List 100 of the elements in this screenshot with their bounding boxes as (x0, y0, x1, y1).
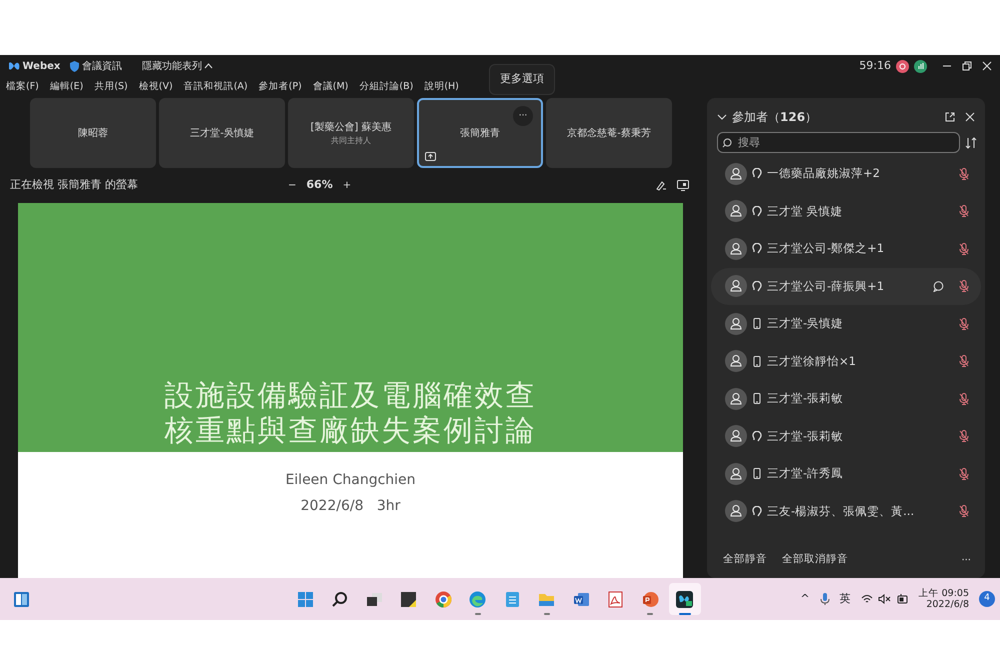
muted-microphone-icon[interactable] (959, 280, 969, 292)
participant-row[interactable]: 三才堂-吳慎婕 (711, 305, 981, 342)
participant-name: 三才堂-張莉敏 (767, 390, 844, 408)
close-icon[interactable] (982, 61, 992, 71)
headset-icon (752, 243, 762, 254)
avatar-icon (725, 388, 747, 410)
muted-microphone-icon[interactable] (959, 205, 969, 218)
menu-item[interactable]: 分組討論(B) (359, 80, 414, 95)
muted-microphone-icon[interactable] (959, 242, 969, 255)
input-language-button[interactable]: 英 (840, 590, 851, 608)
participant-name: 張簡雅青 (460, 126, 500, 140)
avatar-icon (725, 238, 747, 260)
zoom-level: 66% (306, 177, 333, 194)
search-icon (330, 590, 349, 608)
phone-icon (752, 356, 762, 367)
unmute-all-button[interactable]: 全部取消靜音 (782, 552, 848, 568)
menu-item[interactable]: 說明(H) (424, 80, 459, 95)
muted-microphone-icon[interactable] (959, 168, 969, 180)
chevron-up-icon (204, 63, 214, 69)
restore-icon[interactable] (962, 61, 972, 71)
signal-icon (914, 60, 927, 72)
participant-name: 陳昭蓉 (78, 126, 108, 140)
participant-row[interactable]: 三才堂 吳慎婕 (711, 192, 981, 230)
participant-row[interactable]: 一德藥品廠姚淑萍+2 (711, 155, 981, 192)
clock-date: 2022/6/8 (926, 599, 969, 610)
presentation-app-icon (640, 590, 660, 608)
microphone-icon[interactable] (820, 592, 830, 606)
menu-item[interactable]: 編輯(E) (50, 80, 84, 95)
screen-icon[interactable] (677, 180, 689, 191)
chevron-down-icon[interactable] (717, 114, 727, 120)
chrome-icon (434, 590, 452, 608)
more-options-button[interactable]: ··· (513, 106, 533, 126)
clock-button[interactable]: 上午 09:05 2022/6/8 (918, 588, 969, 610)
search-field[interactable]: 搜尋 (717, 132, 960, 153)
hide-menu-button[interactable]: 隱藏功能表列 (142, 58, 214, 74)
notification-badge[interactable]: 4 (979, 591, 995, 607)
presentation-date: 2022/6/8 3hr (300, 497, 400, 516)
record-icon (896, 60, 909, 72)
muted-microphone-icon[interactable] (959, 355, 969, 368)
start-icon (296, 590, 314, 608)
widgets-icon (12, 590, 30, 608)
webex-logo-icon (8, 61, 20, 71)
avatar-icon (725, 350, 747, 372)
video-tile[interactable]: 京都念慈菴-蔡秉芳 (546, 98, 672, 168)
more-button[interactable]: ··· (961, 552, 971, 568)
menu-item[interactable]: 檔案(F) (6, 80, 39, 95)
close-icon[interactable] (965, 112, 975, 122)
muted-microphone-icon[interactable] (959, 468, 969, 480)
zoom-in-button[interactable]: + (342, 178, 352, 193)
menu-item[interactable]: 檢視(V) (138, 80, 173, 95)
menu-item[interactable]: 會議(M) (312, 80, 348, 95)
participant-name: 三才堂-許秀鳳 (767, 465, 844, 482)
edge-icon (468, 590, 487, 608)
video-tile[interactable]: 陳昭蓉 (30, 98, 156, 168)
participant-row[interactable]: 三友-楊淑芬、張佩雯、黃... (711, 492, 981, 530)
muted-microphone-icon[interactable] (959, 318, 969, 330)
muted-microphone-icon[interactable] (959, 505, 969, 518)
participant-row[interactable]: 三才堂徐靜怡×1 (711, 342, 981, 380)
participant-name: 三才堂公司-薛振興+1 (767, 278, 884, 295)
clock-time: 上午 09:05 (918, 588, 969, 599)
meeting-info-button[interactable]: 會議資訊 (70, 58, 122, 74)
avatar-icon (725, 275, 747, 298)
panel-title: 參加者（126） (732, 109, 818, 126)
participant-row[interactable]: 三才堂-許秀鳳 (711, 455, 981, 492)
participant-name: 三才堂-張莉敏 (767, 428, 844, 445)
participant-row[interactable]: 三才堂公司-薛振興+1 (711, 268, 981, 305)
muted-microphone-icon[interactable] (959, 430, 969, 442)
participant-name: 三才堂 吳慎婕 (767, 202, 843, 220)
battery-icon[interactable] (896, 594, 909, 604)
pop-out-icon[interactable] (945, 112, 955, 122)
menu-item[interactable]: 音訊和視訊(A) (184, 80, 248, 95)
wifi-icon[interactable] (860, 594, 873, 604)
muted-microphone-icon[interactable] (959, 392, 969, 405)
share-screen-icon (425, 152, 436, 161)
menu-item[interactable]: 參加者(P) (258, 80, 302, 95)
video-tile[interactable]: [製藥公會] 蘇美惠 共同主持人 (288, 98, 414, 168)
avatar-icon (725, 200, 747, 222)
avatar-icon (725, 312, 747, 335)
phone-icon (752, 318, 762, 330)
participant-row[interactable]: 三才堂-張莉敏 (711, 418, 981, 455)
video-tile[interactable]: 三才堂-吳慎婕 (159, 98, 285, 168)
headset-icon (752, 506, 762, 517)
menu-item[interactable]: 共用(S) (94, 80, 128, 95)
participant-name: 一德藥品廠姚淑萍+2 (767, 165, 880, 182)
show-hidden-icons-button[interactable]: ^ (800, 590, 810, 608)
participant-name: 三友-楊淑芬、張佩雯、黃... (767, 502, 914, 520)
sticky-note-icon (399, 590, 418, 608)
annotate-icon[interactable] (656, 180, 667, 191)
shield-icon (70, 60, 80, 72)
phone-icon (752, 393, 762, 404)
chat-icon[interactable] (933, 280, 944, 292)
participant-role: 共同主持人 (331, 134, 371, 146)
participant-row[interactable]: 三才堂-張莉敏 (711, 380, 981, 418)
zoom-out-button[interactable]: − (288, 178, 296, 193)
taskbar-button[interactable] (668, 583, 700, 615)
participant-row[interactable]: 三才堂公司-鄭傑之+1 (711, 230, 981, 268)
headset-icon (752, 168, 762, 180)
muted-speaker-icon[interactable] (878, 594, 891, 604)
mute-all-button[interactable]: 全部靜音 (723, 552, 767, 568)
sort-icon[interactable] (965, 136, 977, 148)
